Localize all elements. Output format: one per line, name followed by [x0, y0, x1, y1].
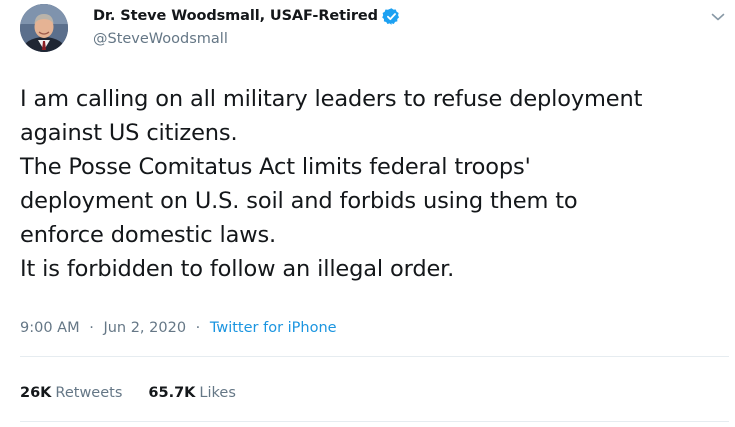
likes-label: Likes — [199, 385, 236, 401]
tweet-source-link[interactable]: Twitter for iPhone — [210, 320, 337, 336]
author-handle[interactable]: @SteveWoodsmall — [93, 31, 228, 47]
verified-badge-icon — [382, 7, 401, 26]
likes-stat[interactable]: 65.7K Likes — [148, 385, 235, 401]
retweets-label: Retweets — [55, 385, 123, 401]
divider — [20, 356, 729, 357]
tweet-text-line: deployment on U.S. soil and forbids usin… — [20, 188, 578, 214]
meta-separator: · — [89, 320, 94, 336]
tweet-text-line: The Posse Comitatus Act limits federal t… — [20, 154, 531, 180]
profile-photo — [20, 4, 68, 52]
tweet-metadata: 9:00 AM · Jun 2, 2020 · Twitter for iPho… — [20, 320, 337, 336]
tweet-text-line: I am calling on all military leaders to … — [20, 86, 643, 112]
author-name-row[interactable]: Dr. Steve Woodsmall, USAF-Retired — [93, 5, 401, 27]
tweet-time[interactable]: 9:00 AM — [20, 320, 80, 336]
tweet-date[interactable]: Jun 2, 2020 — [103, 320, 186, 336]
avatar[interactable] — [20, 4, 68, 52]
retweets-stat[interactable]: 26K Retweets — [20, 385, 122, 401]
retweets-count: 26K — [20, 385, 52, 401]
tweet-stats: 26K Retweets 65.7K Likes — [20, 385, 262, 401]
tweet-text-line: It is forbidden to follow an illegal ord… — [20, 256, 455, 282]
likes-count: 65.7K — [148, 385, 196, 401]
tweet-text: I am calling on all military leaders to … — [20, 82, 725, 286]
author-display-name[interactable]: Dr. Steve Woodsmall, USAF-Retired — [93, 8, 378, 24]
tweet-card: Dr. Steve Woodsmall, USAF-Retired @Steve… — [0, 0, 735, 427]
meta-separator: · — [195, 320, 201, 336]
tweet-text-line: against US citizens. — [20, 120, 238, 146]
divider — [20, 421, 729, 422]
tweet-text-line: enforce domestic laws. — [20, 222, 277, 248]
chevron-down-icon[interactable] — [707, 6, 729, 28]
